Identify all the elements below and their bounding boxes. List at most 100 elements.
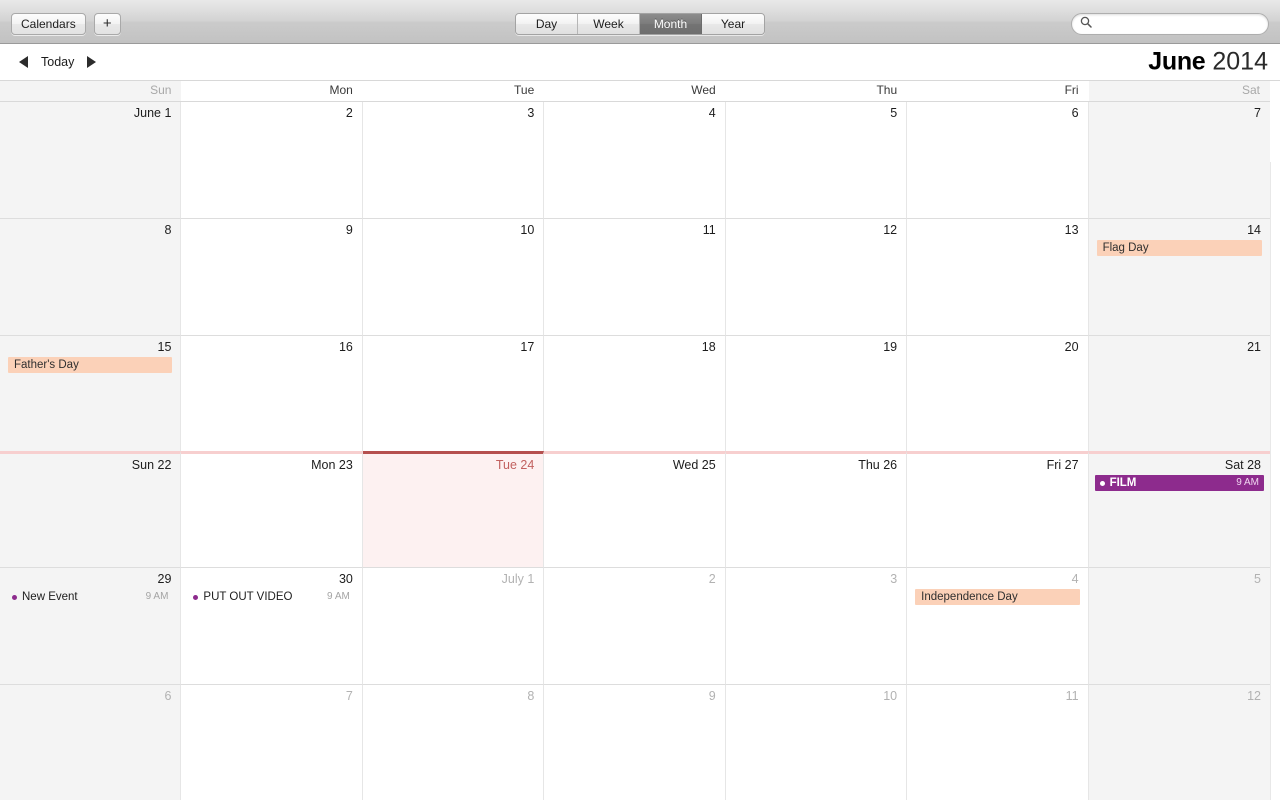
day-cell[interactable]: 5 bbox=[725, 102, 908, 219]
scroll-gutter[interactable] bbox=[1270, 162, 1280, 800]
day-cell[interactable]: 7 bbox=[1088, 102, 1270, 219]
today-button[interactable]: Today bbox=[41, 55, 74, 69]
calendar-event[interactable]: FILM 9 AM bbox=[1094, 475, 1264, 491]
day-number: Tue 24 bbox=[495, 458, 535, 472]
day-cell[interactable]: 14 Flag Day bbox=[1088, 218, 1270, 335]
page-title: June 2014 bbox=[1148, 48, 1268, 77]
day-cell[interactable]: 10 bbox=[362, 218, 545, 335]
day-number: 4 bbox=[708, 106, 716, 120]
day-cell[interactable]: 18 bbox=[544, 334, 726, 451]
day-number: 30 bbox=[338, 572, 353, 587]
calendars-button[interactable]: Calendars bbox=[11, 13, 86, 35]
calendar-event[interactable]: Flag Day bbox=[1096, 240, 1262, 257]
day-number: 12 bbox=[1247, 688, 1261, 703]
day-cell[interactable]: 9 bbox=[544, 683, 726, 800]
calendar-event[interactable]: Father's Day bbox=[8, 356, 173, 373]
day-cell[interactable]: 6 bbox=[0, 683, 182, 800]
day-cell[interactable]: June 1 bbox=[0, 102, 182, 219]
view-tab-day[interactable]: Day bbox=[516, 14, 578, 34]
day-cell[interactable]: 12 bbox=[1088, 683, 1270, 800]
day-cell[interactable]: 3 bbox=[725, 567, 908, 684]
day-cell[interactable]: 8 bbox=[362, 683, 545, 800]
day-number: 7 bbox=[345, 688, 353, 703]
day-number: Wed 25 bbox=[672, 458, 716, 472]
event-time: 9 AM bbox=[327, 591, 350, 603]
calendar-event[interactable]: New Event 9 AM bbox=[6, 589, 174, 605]
day-cell[interactable]: Sun 22 bbox=[0, 451, 182, 568]
day-cell[interactable]: 2 bbox=[181, 102, 363, 219]
day-number: 3 bbox=[527, 106, 535, 120]
day-cell[interactable]: 6 bbox=[907, 102, 1089, 219]
event-bullet-icon bbox=[193, 594, 199, 600]
day-cell[interactable]: 17 bbox=[362, 334, 545, 451]
day-cell[interactable]: 4 Independence Day bbox=[907, 567, 1089, 684]
day-cell[interactable]: Tue 24 bbox=[362, 451, 545, 568]
day-cell[interactable]: 5 bbox=[1088, 567, 1270, 684]
calendar-event[interactable]: PUT OUT VIDEO 9 AM bbox=[187, 589, 355, 605]
day-cell[interactable]: 12 bbox=[725, 218, 908, 335]
event-list: Independence Day bbox=[907, 587, 1087, 606]
title-year: 2014 bbox=[1212, 47, 1268, 76]
day-cell[interactable]: 11 bbox=[544, 218, 726, 335]
day-cell[interactable]: 20 bbox=[907, 334, 1089, 451]
day-cell[interactable]: Mon 23 bbox=[181, 451, 363, 568]
add-event-button[interactable]: + bbox=[93, 13, 121, 35]
day-cell[interactable]: 19 bbox=[725, 334, 908, 451]
search-field[interactable] bbox=[1071, 13, 1269, 35]
previous-month-button[interactable] bbox=[19, 56, 28, 68]
day-number: 11 bbox=[1065, 688, 1079, 703]
event-title: FILM bbox=[1109, 477, 1137, 489]
day-cell[interactable]: 15 Father's Day bbox=[0, 334, 182, 451]
view-tab-month[interactable]: Month bbox=[640, 14, 702, 34]
day-cell[interactable]: 30 PUT OUT VIDEO 9 AM bbox=[181, 567, 363, 684]
day-number: 8 bbox=[527, 688, 535, 703]
day-number: 15 bbox=[157, 339, 172, 354]
day-cell[interactable]: 2 bbox=[544, 567, 726, 684]
day-cell[interactable]: July 1 bbox=[362, 567, 545, 684]
day-number: 13 bbox=[1064, 223, 1079, 238]
view-tab-year[interactable]: Year bbox=[702, 14, 764, 34]
event-list: Flag Day bbox=[1089, 238, 1270, 257]
day-number: 2 bbox=[708, 572, 716, 587]
view-switcher[interactable]: Day Week Month Year bbox=[515, 13, 765, 35]
day-number: 6 bbox=[1071, 106, 1079, 120]
event-list: FILM 9 AM bbox=[1089, 473, 1270, 491]
day-cell[interactable]: 3 bbox=[362, 102, 545, 219]
day-cell[interactable]: 16 bbox=[181, 334, 363, 451]
search-input[interactable] bbox=[1096, 17, 1260, 31]
weekday-header-sun: Sun bbox=[0, 81, 182, 102]
navigation-bar: Today June 2014 bbox=[0, 44, 1280, 81]
title-month: June bbox=[1148, 47, 1206, 76]
day-cell[interactable]: 21 bbox=[1088, 334, 1270, 451]
date-navigation-group: Today bbox=[19, 55, 97, 69]
calendar-event[interactable]: Independence Day bbox=[915, 589, 1080, 606]
view-tab-week[interactable]: Week bbox=[578, 14, 640, 34]
event-bullet-icon bbox=[1099, 480, 1105, 486]
day-number: Thu 26 bbox=[858, 458, 898, 472]
search-icon bbox=[1080, 15, 1092, 33]
day-cell[interactable]: Sat 28 FILM 9 AM bbox=[1088, 451, 1270, 568]
day-number: 18 bbox=[701, 339, 716, 354]
month-grid: June 1 2 3 4 5 6 7 8 9 10 11 12 13 14 Flag Day 15 Father… bbox=[0, 102, 1270, 800]
day-cell[interactable]: 4 bbox=[544, 102, 726, 219]
day-cell[interactable]: 13 bbox=[907, 218, 1089, 335]
day-cell[interactable]: Thu 26 bbox=[725, 451, 908, 568]
day-number: 16 bbox=[338, 339, 353, 354]
day-cell[interactable]: 11 bbox=[907, 683, 1089, 800]
day-cell[interactable]: 7 bbox=[181, 683, 363, 800]
day-number: 9 bbox=[345, 223, 353, 238]
day-number: 10 bbox=[520, 223, 535, 238]
day-cell[interactable]: 10 bbox=[725, 683, 908, 800]
weekday-header-thu: Thu bbox=[725, 81, 908, 102]
day-cell[interactable]: Wed 25 bbox=[544, 451, 726, 568]
event-title: Father's Day bbox=[14, 358, 79, 371]
event-title: PUT OUT VIDEO bbox=[203, 591, 293, 604]
day-cell[interactable]: 8 bbox=[0, 218, 182, 335]
day-cell[interactable]: 9 bbox=[181, 218, 363, 335]
day-number: 2 bbox=[345, 106, 353, 120]
day-cell[interactable]: 29 New Event 9 AM bbox=[0, 567, 182, 684]
day-cell[interactable]: Fri 27 bbox=[907, 451, 1089, 568]
day-number: Fri 27 bbox=[1046, 458, 1079, 472]
next-month-button[interactable] bbox=[87, 56, 97, 68]
day-number: 7 bbox=[1254, 106, 1261, 120]
